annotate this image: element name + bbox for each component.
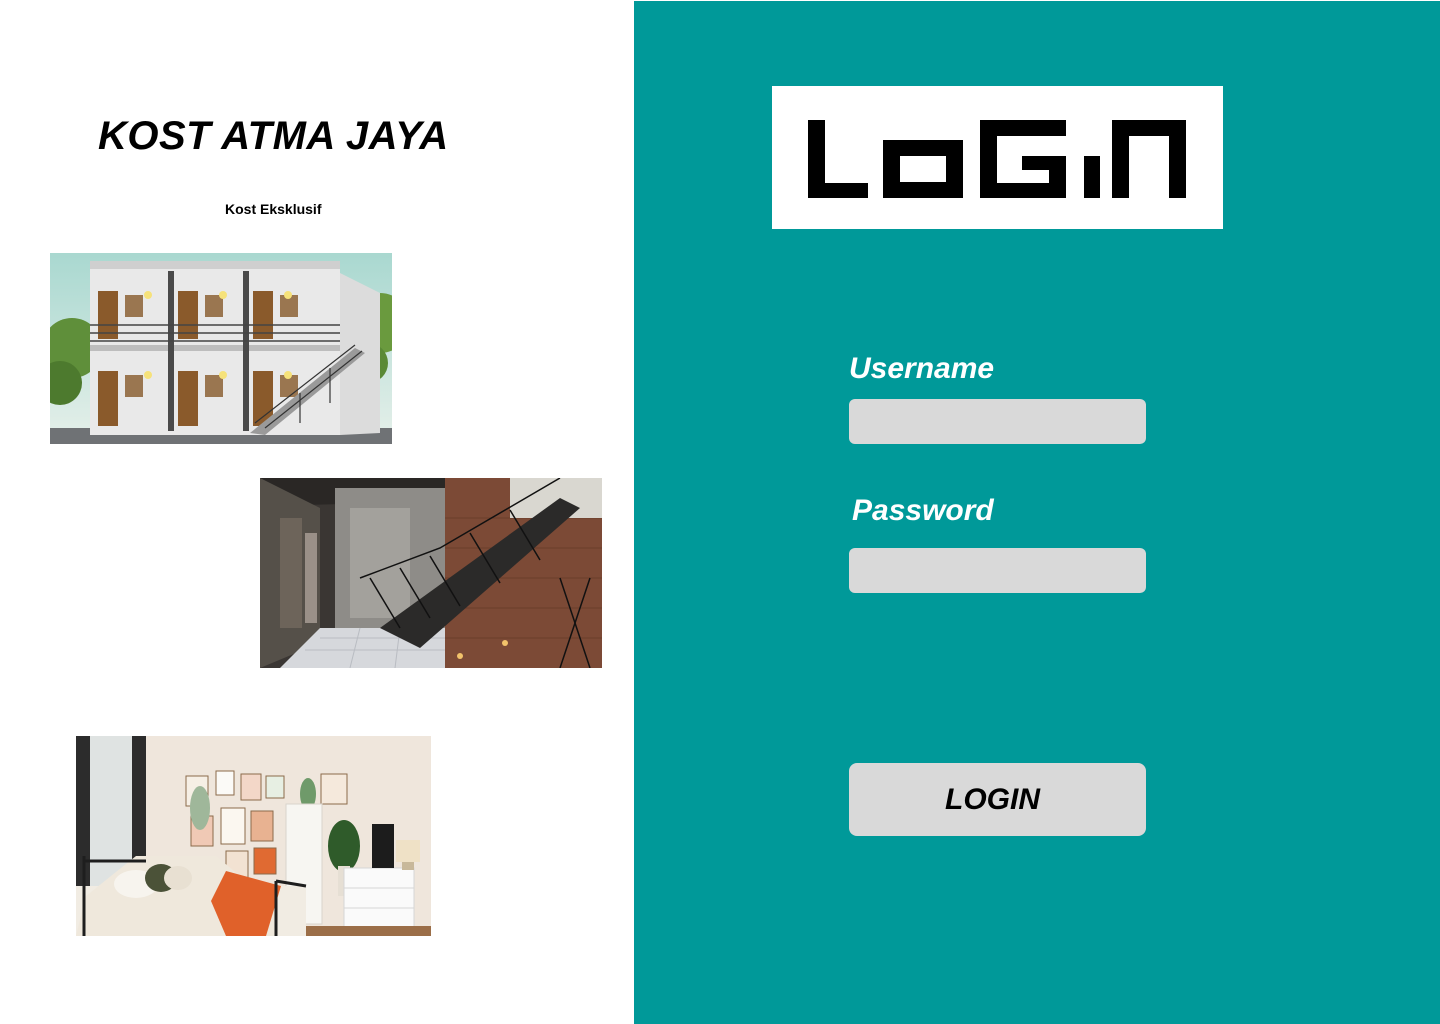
hallway-photo [260, 478, 602, 668]
login-button[interactable]: LOGIN [849, 763, 1146, 836]
login-panel: Username Password LOGIN [634, 1, 1440, 1024]
username-input[interactable] [849, 399, 1146, 444]
brand-subtitle: Kost Eksklusif [225, 201, 322, 217]
bedroom-photo [76, 736, 431, 936]
building-photo [50, 253, 392, 444]
login-logo [772, 86, 1223, 229]
password-input[interactable] [849, 548, 1146, 593]
brand-title: KOST ATMA JAYA [98, 114, 449, 158]
brand-panel: KOST ATMA JAYA Kost Eksklusif [0, 0, 634, 1024]
password-label: Password [852, 494, 994, 527]
username-label: Username [849, 352, 995, 385]
login-logo-wordmark [808, 120, 1186, 198]
login-page: KOST ATMA JAYA Kost Eksklusif Username P… [0, 0, 1440, 1024]
